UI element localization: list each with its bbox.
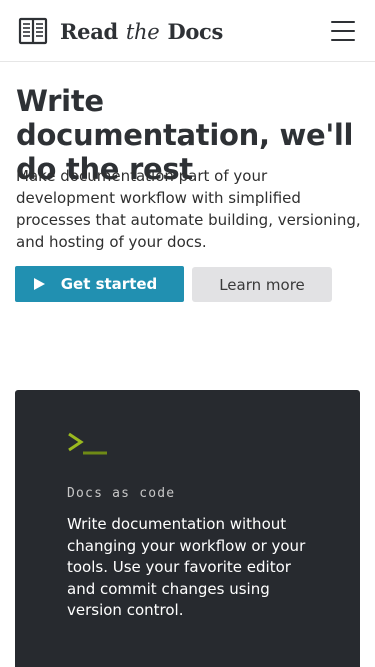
- get-started-label: Get started: [60, 275, 158, 293]
- logo-word-read: Read: [60, 18, 118, 44]
- logo-word-docs: Docs: [167, 18, 224, 44]
- site-logo[interactable]: Read the Docs: [18, 15, 223, 47]
- hero-subtitle: Make documentation part of your developm…: [16, 167, 361, 251]
- docs-as-code-card: Docs as code Write documentation without…: [15, 390, 360, 667]
- menu-bar-middle: [331, 30, 355, 32]
- hamburger-menu-icon[interactable]: [331, 21, 355, 41]
- card-body: Write documentation without changing you…: [67, 515, 306, 619]
- logo-wordmark: Read the Docs: [60, 19, 223, 44]
- learn-more-label: Learn more: [219, 275, 305, 294]
- menu-bar-top: [331, 21, 355, 23]
- book-icon: [18, 17, 48, 45]
- terminal-prompt-icon: [68, 432, 107, 455]
- get-started-button[interactable]: Get started: [15, 266, 184, 302]
- play-icon: [33, 278, 45, 290]
- logo-word-the: the: [125, 19, 160, 44]
- site-header: Read the Docs: [0, 0, 375, 62]
- learn-more-button[interactable]: Learn more: [192, 267, 332, 302]
- menu-bar-bottom: [331, 39, 355, 41]
- card-label: Docs as code: [67, 486, 176, 501]
